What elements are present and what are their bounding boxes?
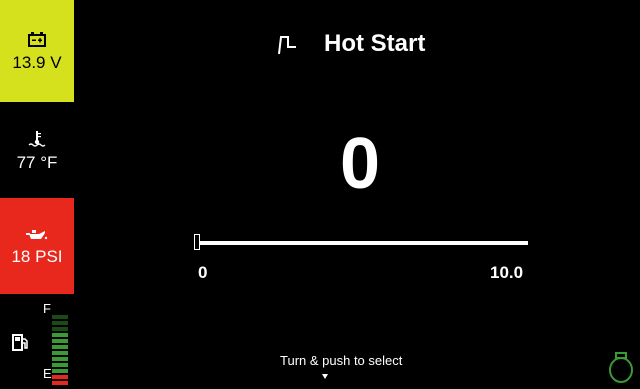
page-title: Hot Start (324, 30, 426, 57)
fuel-segment (52, 357, 68, 361)
battery-tile: 13.9 V (0, 0, 74, 102)
hint-text: Turn & push to select (280, 353, 403, 368)
fuel-segment (52, 369, 68, 373)
engine-status-icon (607, 350, 635, 389)
fuel-level-gauge (52, 313, 70, 385)
battery-icon (28, 31, 46, 48)
temperature-tile: 77 °F (0, 102, 74, 198)
fuel-segment (52, 345, 68, 349)
fuel-segment (52, 333, 68, 337)
fuel-full-label: F (43, 301, 51, 316)
oil-pressure-value: 18 PSI (11, 246, 63, 266)
oil-pressure-tile: 18 PSI (0, 198, 74, 294)
down-arrow-icon (322, 374, 328, 379)
slider-min-label: 0 (198, 263, 208, 282)
oil-can-icon (26, 228, 48, 242)
coolant-temperature-icon (27, 130, 47, 148)
fuel-segment (52, 375, 68, 379)
slider-thumb[interactable] (194, 234, 200, 250)
main-value: 0 (339, 124, 381, 204)
slider-track[interactable] (198, 241, 528, 245)
temperature-value: 77 °F (16, 152, 58, 172)
hot-start-icon (276, 33, 298, 55)
fuel-segment (52, 363, 68, 367)
fuel-segment (52, 381, 68, 385)
fuel-segment (52, 315, 68, 319)
fuel-segment (52, 321, 68, 325)
slider-max-label: 10.0 (490, 263, 524, 282)
fuel-empty-label: E (43, 366, 52, 381)
header: Hot Start (276, 30, 425, 58)
fuel-segment (52, 327, 68, 331)
fuel-segment (52, 351, 68, 355)
fuel-segment (52, 339, 68, 343)
battery-value: 13.9 V (12, 52, 62, 72)
fuel-pump-icon (12, 333, 30, 356)
